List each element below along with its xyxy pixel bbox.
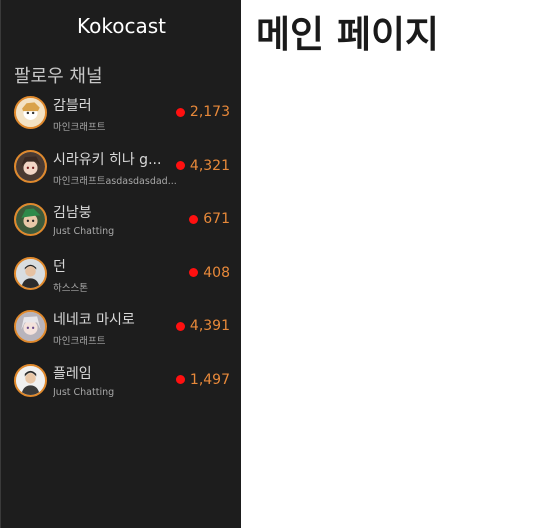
app-root: Kokocast 팔로우 채널 감블러 마인크래프트 2,173 시라유키 히나… [0, 0, 546, 528]
channel-category: Just Chatting [53, 226, 115, 237]
live-indicator: 1,497 [175, 371, 230, 388]
live-dot-icon [189, 268, 199, 277]
viewer-count: 1,497 [189, 371, 230, 388]
channel-name: 감블러 [53, 98, 92, 114]
channel-avatar-icon [14, 363, 47, 397]
viewer-count: 671 [203, 211, 230, 227]
live-dot-icon [175, 161, 185, 170]
channel-category: 마인크래프트 [53, 122, 106, 133]
sidebar: Kokocast 팔로우 채널 감블러 마인크래프트 2,173 시라유키 히나… [0, 0, 241, 528]
viewer-count: 408 [203, 264, 230, 281]
channel-item[interactable]: 시라유키 히나 g... 마인크래프트asdasdasdad... 4,321 [1, 146, 242, 200]
channel-list: 감블러 마인크래프트 2,173 시라유키 히나 g... 마인크래프트asda… [1, 92, 242, 413]
live-indicator: 671 [189, 211, 230, 227]
live-dot-icon [175, 375, 185, 384]
channel-name: 네네코 마시로 [53, 312, 135, 328]
followed-channels-title: 팔로우 채널 [14, 66, 103, 87]
channel-item[interactable]: 감블러 마인크래프트 2,173 [1, 92, 242, 146]
channel-avatar-icon [14, 256, 47, 290]
channel-avatar-icon [14, 149, 47, 183]
channel-category: 마인크래프트asdasdasdad... [53, 175, 177, 187]
channel-name: 플레임 [53, 365, 92, 382]
live-indicator: 408 [189, 265, 230, 281]
channel-item[interactable]: 김남붕 Just Chatting 671 [1, 199, 242, 253]
channel-avatar-icon [14, 310, 47, 343]
live-indicator: 4,391 [175, 318, 230, 334]
channel-item[interactable]: 플레임 Just Chatting 1,497 [1, 360, 242, 414]
channel-avatar-icon [14, 96, 47, 129]
live-indicator: 2,173 [175, 104, 230, 120]
channel-item[interactable]: 네네코 마시로 마인크래프트 4,391 [1, 306, 242, 360]
viewer-count: 2,173 [189, 104, 230, 120]
channel-category: 마인크래프트 [53, 336, 106, 347]
channel-avatar-icon [14, 203, 47, 236]
channel-name: 던 [53, 258, 66, 275]
live-dot-icon [189, 214, 199, 224]
channel-name: 시라유키 히나 g... [53, 151, 162, 168]
channel-item[interactable]: 던 하스스톤 408 [1, 253, 242, 307]
live-dot-icon [175, 107, 185, 117]
channel-category: Just Chatting [53, 386, 115, 398]
viewer-count: 4,391 [189, 318, 230, 334]
live-indicator: 4,321 [175, 157, 230, 174]
viewer-count: 4,321 [189, 157, 230, 174]
brand-logo[interactable]: Kokocast [1, 14, 242, 38]
live-dot-icon [175, 321, 185, 331]
channel-category: 하스스톤 [53, 282, 88, 294]
channel-name: 김남붕 [53, 205, 92, 221]
page-title: 메인 페이지 [256, 13, 440, 56]
